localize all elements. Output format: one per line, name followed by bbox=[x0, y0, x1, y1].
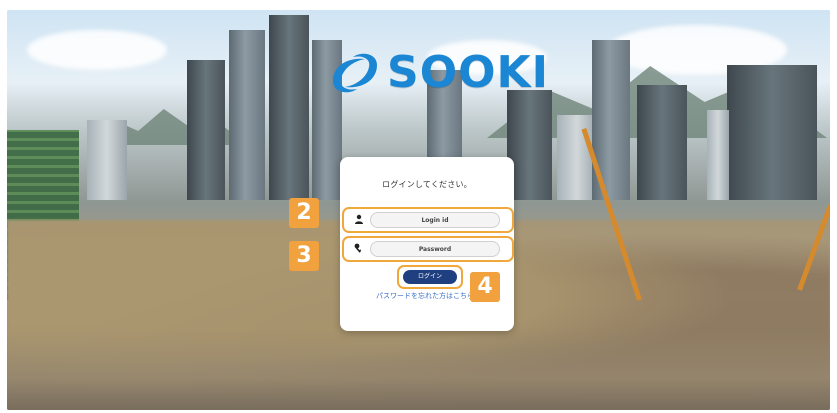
building bbox=[727, 65, 817, 200]
forgot-password-link[interactable]: パスワードを忘れた方はこちら bbox=[376, 291, 474, 301]
brand-logo: SOOKI bbox=[327, 51, 549, 95]
login-card: ログインしてください。 ログイン パスワードを忘れた方はこちら bbox=[340, 157, 514, 331]
building bbox=[269, 15, 309, 200]
step-badge-3: 3 bbox=[289, 241, 319, 271]
login-id-input[interactable] bbox=[370, 212, 500, 228]
password-highlight bbox=[342, 236, 514, 262]
cloud bbox=[27, 30, 167, 70]
logo-mark-icon bbox=[333, 53, 377, 93]
building bbox=[229, 30, 265, 200]
building bbox=[637, 85, 687, 200]
step-badge-4: 4 bbox=[470, 272, 500, 302]
building bbox=[87, 120, 127, 200]
password-input[interactable] bbox=[370, 241, 500, 257]
step-badge-2: 2 bbox=[289, 198, 319, 228]
login-button-highlight: ログイン bbox=[397, 265, 463, 289]
user-icon bbox=[355, 214, 363, 224]
building bbox=[187, 60, 225, 200]
login-id-highlight bbox=[342, 207, 514, 233]
key-icon bbox=[354, 243, 362, 253]
login-prompt: ログインしてください。 bbox=[382, 180, 472, 189]
foreground-blur bbox=[7, 330, 830, 410]
building bbox=[707, 110, 729, 200]
brand-name: SOOKI bbox=[387, 47, 549, 98]
login-button[interactable]: ログイン bbox=[403, 270, 457, 284]
